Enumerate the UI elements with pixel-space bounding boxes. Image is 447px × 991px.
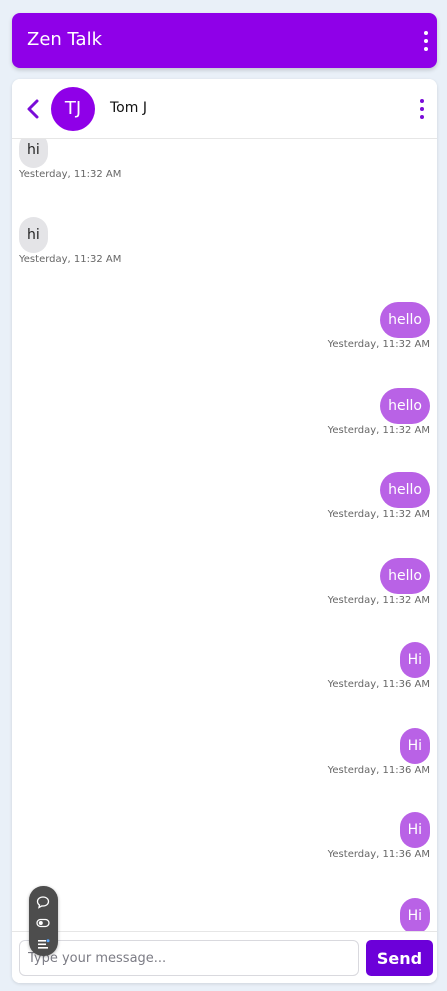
chat-panel: TJ Tom J hi Yesterday, 11:32 AM hi Yeste… (12, 79, 437, 983)
list-icon[interactable] (36, 936, 50, 950)
contact-name: Tom J (110, 100, 147, 116)
message-timestamp: Yesterday, 11:32 AM (327, 339, 430, 350)
chevron-left-icon[interactable] (25, 97, 41, 121)
app-title: Zen Talk (27, 29, 103, 50)
message-timestamp: Yesterday, 11:32 AM (327, 425, 430, 436)
message-list[interactable]: hi Yesterday, 11:32 AM hi Yesterday, 11:… (12, 139, 437, 931)
more-vertical-icon[interactable] (418, 97, 426, 121)
message-timestamp: Yesterday, 11:36 AM (327, 765, 430, 776)
message-timestamp: Yesterday, 11:36 AM (327, 849, 430, 860)
message-bubble: hi (19, 139, 48, 168)
message-bubble: Hi (399, 642, 430, 678)
message-timestamp: Yesterday, 11:36 AM (327, 679, 430, 690)
message-bubble: hello (380, 388, 430, 424)
message-timestamp: Yesterday, 11:32 AM (327, 509, 430, 520)
more-vertical-icon[interactable] (422, 29, 430, 53)
chat-bubble-icon[interactable] (36, 894, 50, 909)
message-timestamp: Yesterday, 11:32 AM (327, 595, 430, 606)
message-timestamp: Yesterday, 11:32 AM (19, 254, 122, 265)
message-bubble: Hi (399, 812, 430, 848)
message-bubble: Hi (399, 728, 430, 764)
toggle-icon[interactable] (36, 915, 50, 929)
floating-toolbar (29, 886, 58, 956)
message-timestamp: Yesterday, 11:32 AM (19, 169, 122, 180)
chat-header: TJ Tom J (12, 79, 437, 139)
app-bar: Zen Talk (12, 13, 437, 68)
composer: Send (12, 931, 437, 983)
message-bubble: hello (380, 302, 430, 338)
message-bubble: hello (380, 472, 430, 508)
message-bubble: Hi (399, 898, 430, 931)
message-bubble: hi (19, 217, 48, 253)
message-bubble: hello (380, 558, 430, 594)
send-button[interactable]: Send (366, 940, 433, 976)
message-input[interactable] (19, 940, 359, 976)
avatar[interactable]: TJ (51, 87, 95, 131)
